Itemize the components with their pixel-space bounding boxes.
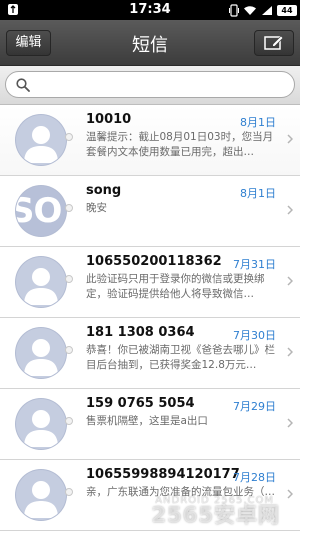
unread-indicator (65, 346, 73, 354)
watermark-logo: 2565安卓网 (151, 503, 280, 527)
message-row[interactable]: 10010 8月1日 温馨提示：截止08月01日03时，您当月套餐内文本使用数量… (0, 105, 300, 176)
default-avatar-icon (24, 481, 58, 518)
default-avatar-icon (24, 126, 58, 163)
message-sender: song (86, 183, 122, 198)
avatar (16, 399, 66, 449)
search-icon (16, 78, 30, 92)
chevron-right-icon (287, 134, 293, 144)
wifi-icon (244, 5, 256, 15)
default-avatar-icon (24, 339, 58, 376)
message-date: 7月29日 (233, 400, 276, 413)
message-sender: 10010 (86, 112, 132, 127)
message-preview: 温馨提示：截止08月01日03时，您当月套餐内文本使用数量已用完，超出… (86, 131, 274, 158)
unread-indicator (65, 417, 73, 425)
message-preview: 售票机隔壁，这里是a出口 (86, 415, 208, 427)
battery-level: 44 (281, 5, 293, 15)
chevron-right-icon (287, 347, 293, 357)
message-list: 10010 8月1日 温馨提示：截止08月01日03时，您当月套餐内文本使用数量… (0, 105, 300, 531)
unread-indicator (65, 133, 73, 141)
message-sender: 159 0765 5054 (86, 396, 195, 411)
unread-indicator (65, 275, 73, 283)
navigation-bar: 编辑 短信 (0, 20, 300, 66)
chevron-right-icon (287, 418, 293, 428)
message-preview: 此验证码只用于登录你的微信或更换绑定，验证码提供给他人将导致微信… (86, 273, 265, 300)
unread-indicator (65, 488, 73, 496)
status-icons: 44 (229, 3, 297, 17)
message-row[interactable]: 106550200118362 7月31日 此验证码只用于登录你的微信或更换绑定… (0, 247, 300, 318)
chevron-right-icon (287, 489, 293, 499)
signal-icon (262, 5, 272, 15)
message-date: 7月30日 (233, 329, 276, 342)
avatar: SO (16, 186, 66, 236)
search-bar (0, 66, 300, 105)
unread-indicator (65, 204, 73, 212)
battery-icon: 44 (277, 4, 297, 16)
compose-button[interactable] (254, 30, 294, 56)
default-avatar-icon (24, 268, 58, 305)
message-row[interactable]: 181 1308 0364 7月30日 恭喜！你已被湖南卫视《爸爸去哪儿》栏目后… (0, 318, 300, 389)
message-date: 7月31日 (233, 258, 276, 271)
status-bar: 17:34 44 (0, 0, 300, 20)
message-sender: 106550200118362 (86, 254, 222, 269)
vibrate-icon (229, 3, 239, 17)
message-date: 8月1日 (240, 116, 276, 129)
compose-icon (264, 35, 284, 50)
chevron-right-icon (287, 205, 293, 215)
search-input[interactable] (5, 71, 295, 98)
default-avatar-icon (24, 410, 58, 447)
avatar (16, 328, 66, 378)
message-row[interactable]: SO song 8月1日 晚安 (0, 176, 300, 247)
chevron-right-icon (287, 276, 293, 286)
avatar (16, 257, 66, 307)
avatar (16, 115, 66, 165)
message-date: 8月1日 (240, 187, 276, 200)
message-sender: 10655998894120177 (86, 467, 240, 482)
message-row[interactable]: 159 0765 5054 7月29日 售票机隔壁，这里是a出口 (0, 389, 300, 460)
message-preview: 恭喜！你已被湖南卫视《爸爸去哪儿》栏目后台抽到，已获得奖金12.8万元… (86, 344, 275, 371)
message-preview: 晚安 (86, 202, 107, 214)
avatar (16, 470, 66, 520)
message-date: 7月28日 (233, 471, 276, 484)
message-sender: 181 1308 0364 (86, 325, 195, 340)
